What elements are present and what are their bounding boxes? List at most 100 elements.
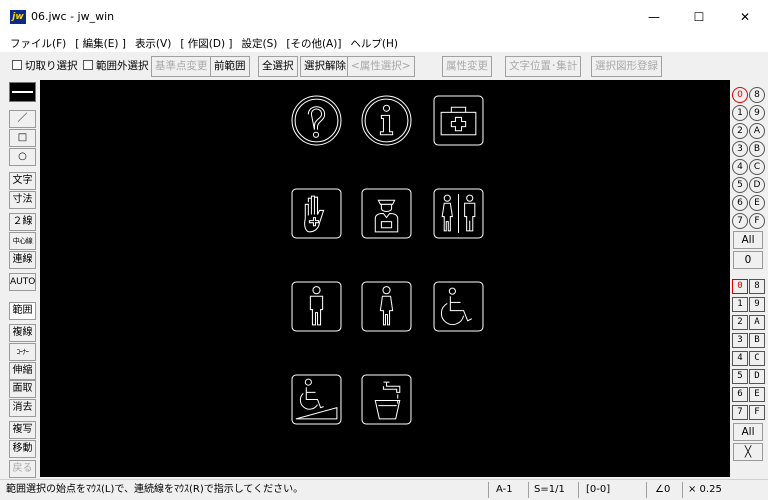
left-tool-panel: ／ □ ○ 文字 寸法 ２線 中心線 連線 AUTO 範囲 複線 ｺｰﾅｰ 伸縮… <box>0 80 40 478</box>
group-button[interactable]: 0 <box>732 279 748 294</box>
group-button[interactable]: 7 <box>732 405 748 420</box>
menu-help[interactable]: ヘルプ(H) <box>350 36 398 51</box>
rect-tool-button[interactable]: □ <box>9 129 36 147</box>
attr-change-button[interactable]: 属性変更 <box>442 56 492 77</box>
paper-size[interactable]: A-1 <box>496 483 513 497</box>
group-all-button[interactable]: All <box>733 423 763 441</box>
womens-restroom-icon[interactable] <box>361 281 412 332</box>
window-title: 06.jwc - jw_win <box>31 10 115 23</box>
layer-code[interactable]: [0-0] <box>586 483 610 497</box>
close-button[interactable]: ✕ <box>722 0 768 34</box>
stop-hand-icon[interactable] <box>291 188 342 239</box>
layer-button[interactable]: 5 <box>732 177 748 193</box>
menu-settings[interactable]: 設定(S) <box>241 36 277 51</box>
group-button[interactable]: 9 <box>749 297 765 312</box>
deselect-button[interactable]: 選択解除 <box>300 56 350 77</box>
continuous-line-tool-button[interactable]: 連線 <box>9 251 36 269</box>
outside-select-checkbox[interactable]: 範囲外選択 <box>79 56 153 77</box>
auto-mode-button[interactable]: AUTO <box>9 273 36 291</box>
mens-restroom-icon[interactable] <box>291 281 342 332</box>
line-tool-button[interactable]: ／ <box>9 110 36 128</box>
layer-button[interactable]: 7 <box>732 213 748 229</box>
group-button[interactable]: A <box>749 315 765 330</box>
prev-range-button[interactable]: 前範囲 <box>210 56 250 77</box>
angle-indicator[interactable]: ∠0 <box>655 483 670 497</box>
layer-button[interactable]: 0 <box>732 87 748 103</box>
wheelchair-ramp-icon[interactable] <box>291 374 342 425</box>
group-button[interactable]: 1 <box>732 297 748 312</box>
zoom-indicator[interactable]: × 0.25 <box>688 483 722 497</box>
menu-draw[interactable]: [ 作図(D) ] <box>180 36 232 51</box>
status-divider <box>488 482 489 498</box>
menu-bar: ファイル(F) [ 編集(E) ] 表示(V) [ 作図(D) ] 設定(S) … <box>0 34 768 52</box>
first-aid-icon[interactable] <box>433 95 484 146</box>
maximize-button[interactable]: ☐ <box>676 0 722 34</box>
dimension-tool-button[interactable]: 寸法 <box>9 191 36 209</box>
layer-button[interactable]: 3 <box>732 141 748 157</box>
group-button[interactable]: 3 <box>732 333 748 348</box>
text-tool-button[interactable]: 文字 <box>9 172 36 190</box>
menu-file[interactable]: ファイル(F) <box>10 36 66 51</box>
group-button[interactable]: C <box>749 351 765 366</box>
group-cross-icon[interactable]: ╳ <box>733 443 763 461</box>
cut-select-checkbox[interactable]: 切取り選択 <box>8 56 82 77</box>
drawing-canvas[interactable] <box>40 80 730 477</box>
checkbox-box <box>83 60 93 70</box>
group-button[interactable]: 5 <box>732 369 748 384</box>
center-line-tool-button[interactable]: 中心線 <box>9 232 36 250</box>
circle-tool-button[interactable]: ○ <box>9 148 36 166</box>
layer-button[interactable]: F <box>749 213 765 229</box>
group-button[interactable]: 4 <box>732 351 748 366</box>
wheelchair-icon[interactable] <box>433 281 484 332</box>
select-all-button[interactable]: 全選択 <box>258 56 298 77</box>
layer-button[interactable]: D <box>749 177 765 193</box>
layer-button[interactable]: 1 <box>732 105 748 121</box>
text-pos-count-button[interactable]: 文字位置･集計 <box>505 56 582 77</box>
group-button[interactable]: B <box>749 333 765 348</box>
layer-button[interactable]: 8 <box>749 87 765 103</box>
layer-button[interactable]: 2 <box>732 123 748 139</box>
attr-select-button[interactable]: <属性選択> <box>347 56 415 77</box>
layer-button[interactable]: E <box>749 195 765 211</box>
register-shape-button[interactable]: 選択図形登録 <box>591 56 662 77</box>
copy-tool-button[interactable]: 複写 <box>9 421 36 439</box>
layer-button[interactable]: A <box>749 123 765 139</box>
current-layer-indicator[interactable]: 0 <box>733 251 763 269</box>
double-line-tool-button[interactable]: ２線 <box>9 213 36 231</box>
erase-tool-button[interactable]: 消去 <box>9 399 36 417</box>
multi-line-tool-button[interactable]: 複線 <box>9 324 36 342</box>
police-icon[interactable] <box>361 188 412 239</box>
extend-tool-button[interactable]: 伸縮 <box>9 362 36 380</box>
chamfer-tool-button[interactable]: 面取 <box>9 380 36 398</box>
layer-all-button[interactable]: All <box>733 231 763 249</box>
group-button[interactable]: E <box>749 387 765 402</box>
status-divider <box>578 482 579 498</box>
group-button[interactable]: 8 <box>749 279 765 294</box>
restroom-icon[interactable] <box>433 188 484 239</box>
question-icon[interactable] <box>291 95 342 146</box>
corner-tool-button[interactable]: ｺｰﾅｰ <box>9 343 36 361</box>
menu-view[interactable]: 表示(V) <box>135 36 171 51</box>
drinking-water-icon[interactable] <box>361 374 412 425</box>
info-icon[interactable] <box>361 95 412 146</box>
status-divider <box>646 482 647 498</box>
group-button[interactable]: 2 <box>732 315 748 330</box>
menu-edit[interactable]: [ 編集(E) ] <box>75 36 126 51</box>
undo-button[interactable]: 戻る <box>9 460 36 478</box>
layer-button[interactable]: 4 <box>732 159 748 175</box>
group-button[interactable]: F <box>749 405 765 420</box>
menu-other[interactable]: [その他(A)] <box>286 36 341 51</box>
group-button[interactable]: 6 <box>732 387 748 402</box>
minimize-button[interactable]: — <box>631 0 677 34</box>
group-button[interactable]: D <box>749 369 765 384</box>
layer-button[interactable]: 6 <box>732 195 748 211</box>
line-type-preview[interactable] <box>9 82 36 102</box>
layer-button[interactable]: 9 <box>749 105 765 121</box>
scale-indicator[interactable]: S=1/1 <box>534 483 565 497</box>
layer-button[interactable]: C <box>749 159 765 175</box>
move-tool-button[interactable]: 移動 <box>9 440 36 458</box>
range-tool-button[interactable]: 範囲 <box>9 302 36 320</box>
title-bar: jw 06.jwc - jw_win — ☐ ✕ <box>0 0 768 34</box>
base-point-change-button[interactable]: 基準点変更 <box>151 56 212 77</box>
layer-button[interactable]: B <box>749 141 765 157</box>
